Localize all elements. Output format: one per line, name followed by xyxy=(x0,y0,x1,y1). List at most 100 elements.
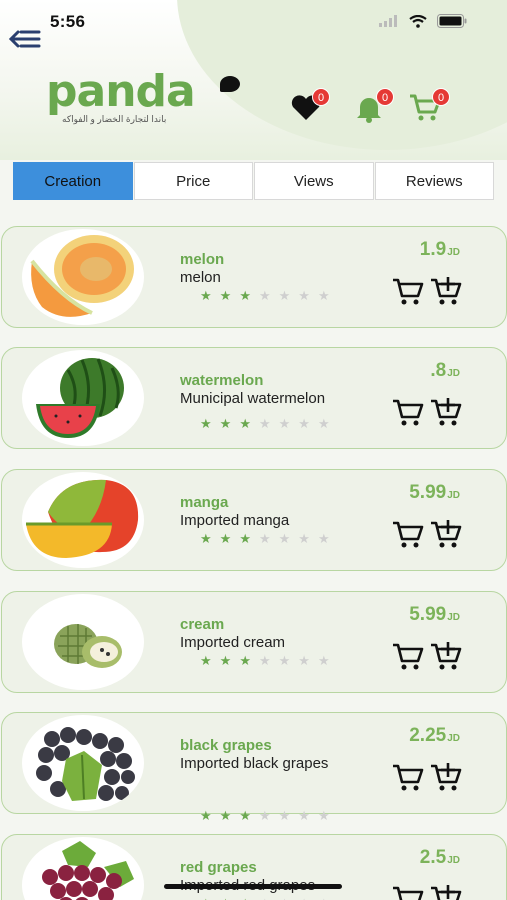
tab-price[interactable]: Price xyxy=(133,162,253,200)
cart-badge: 0 xyxy=(432,88,450,106)
product-card[interactable]: watermelon Municipal watermelon ★ ★ ★ ★ ★ ★ ★ … xyxy=(1,347,507,449)
product-card[interactable]: cream Imported cream ★ ★ ★ ★ ★ ★ ★ 5.99JD xyxy=(1,591,507,693)
product-name: red grapes xyxy=(180,859,257,876)
product-card[interactable]: red grapes Imported red grapes ★★★★★★★ 2… xyxy=(1,834,507,900)
cart-remove-icon xyxy=(393,399,424,426)
tab-creation[interactable]: Creation xyxy=(13,162,133,200)
favorites-badge: 0 xyxy=(312,88,330,106)
rating-stars: ★ ★ ★ ★ ★ ★ ★ xyxy=(200,288,330,304)
cart-add-icon xyxy=(431,763,462,791)
product-price: 2.5JD xyxy=(420,847,460,869)
price-value: 5.99 xyxy=(409,482,447,503)
star-icon: ★ xyxy=(200,416,212,431)
product-description: Imported black grapes xyxy=(180,755,329,772)
star-icon: ★ xyxy=(258,288,271,303)
product-image-watermelon xyxy=(22,350,144,446)
add-to-cart-button[interactable] xyxy=(430,763,462,793)
add-to-cart-button[interactable] xyxy=(430,277,462,307)
add-to-cart-button[interactable] xyxy=(430,398,462,428)
notifications-badge: 0 xyxy=(376,88,394,106)
product-description: Imported cream xyxy=(180,634,286,651)
add-to-cart-button[interactable] xyxy=(430,885,462,900)
product-card[interactable]: melon melon ★ ★ ★ ★ ★ ★ ★ 1.9JD xyxy=(1,226,507,328)
star-icon: ★ xyxy=(298,288,310,303)
product-description: Imported manga xyxy=(180,512,290,529)
cart-add-icon xyxy=(431,277,462,305)
star-icon: ★ xyxy=(239,531,251,546)
add-to-cart-button[interactable] xyxy=(430,642,462,672)
star-icon: ★ xyxy=(317,653,330,668)
price-value: .8 xyxy=(430,360,447,381)
remove-from-cart-button[interactable] xyxy=(392,642,424,672)
product-price: .8JD xyxy=(430,360,460,382)
star-icon: ★ xyxy=(278,288,291,303)
star-icon: ★ xyxy=(239,808,251,823)
logo-tagline: باندا لتجارة الخضار و الفواكه xyxy=(62,114,167,124)
remove-from-cart-button[interactable] xyxy=(392,885,424,900)
wifi-icon xyxy=(409,14,427,28)
price-currency: JD xyxy=(447,247,460,258)
star-icon: ★ xyxy=(239,416,251,431)
remove-from-cart-button[interactable] xyxy=(392,520,424,550)
watermelon-icon xyxy=(36,358,124,438)
cart-remove-icon xyxy=(393,764,424,791)
product-description: melon xyxy=(180,269,221,286)
logo-bubble xyxy=(220,76,240,92)
product-image-custard-apple xyxy=(22,594,144,690)
product-image-black-grapes xyxy=(22,715,144,811)
price-currency: JD xyxy=(447,490,460,501)
star-icon: ★ xyxy=(298,896,310,900)
home-indicator xyxy=(164,884,342,889)
sort-tabs: Creation Price Views Reviews xyxy=(13,162,495,200)
product-card[interactable]: manga Imported manga ★ ★ ★ ★ ★ ★ ★ 5.99JD xyxy=(1,469,507,571)
product-price: 1.9JD xyxy=(420,239,460,261)
star-icon: ★ xyxy=(278,808,291,823)
remove-from-cart-button[interactable] xyxy=(392,277,424,307)
star-icon: ★ xyxy=(258,531,271,546)
star-icon: ★ xyxy=(219,653,232,668)
star-icon: ★ xyxy=(239,288,251,303)
status-icons xyxy=(379,14,467,28)
star-icon: ★ xyxy=(317,531,330,546)
product-image-melon xyxy=(22,229,144,325)
status-bar: 5:56 xyxy=(0,0,507,44)
star-icon: ★ xyxy=(200,653,212,668)
product-card[interactable]: black grapes Imported black grapes ★ ★ ★ ★ ★… xyxy=(1,712,507,823)
panda-logo: panda باندا لتجارة الخضار و الفواكه xyxy=(46,66,246,132)
remove-from-cart-button[interactable] xyxy=(392,763,424,793)
tab-reviews[interactable]: Reviews xyxy=(374,162,494,200)
mango-icon xyxy=(26,479,139,558)
rating-stars: ★ ★ ★ ★ ★ ★ ★ xyxy=(200,416,330,432)
tab-views[interactable]: Views xyxy=(254,162,374,200)
notifications-button[interactable]: 0 xyxy=(352,88,394,124)
back-button[interactable] xyxy=(8,26,42,54)
cart-remove-icon xyxy=(393,886,424,900)
star-icon: ★ xyxy=(258,808,271,823)
star-icon: ★ xyxy=(219,808,232,823)
star-icon: ★ xyxy=(298,531,310,546)
product-name: cream xyxy=(180,616,225,633)
product-price: 5.99JD xyxy=(409,604,460,626)
star-icon: ★ xyxy=(318,896,330,900)
product-price: 2.25JD xyxy=(409,725,460,747)
product-description: Municipal watermelon xyxy=(180,390,326,407)
star-icon: ★ xyxy=(317,808,330,823)
status-time: 5:56 xyxy=(50,12,86,31)
red-grapes-icon xyxy=(42,841,134,900)
star-icon: ★ xyxy=(279,896,291,900)
cart-button[interactable]: 0 xyxy=(408,88,450,124)
add-to-cart-button[interactable] xyxy=(430,520,462,550)
star-icon: ★ xyxy=(200,288,212,303)
rating-stars: ★ ★ ★ ★ ★ ★ ★ xyxy=(200,896,330,900)
star-icon: ★ xyxy=(278,653,291,668)
star-icon: ★ xyxy=(219,531,232,546)
star-icon: ★ xyxy=(258,416,271,431)
star-icon: ★ xyxy=(239,896,251,900)
remove-from-cart-button[interactable] xyxy=(392,398,424,428)
cart-add-icon xyxy=(431,398,462,426)
melon-icon xyxy=(30,235,134,317)
price-value: 2.25 xyxy=(409,725,447,746)
battery-icon xyxy=(437,14,467,28)
favorites-button[interactable]: 0 xyxy=(288,88,330,124)
product-name: watermelon xyxy=(180,372,264,389)
